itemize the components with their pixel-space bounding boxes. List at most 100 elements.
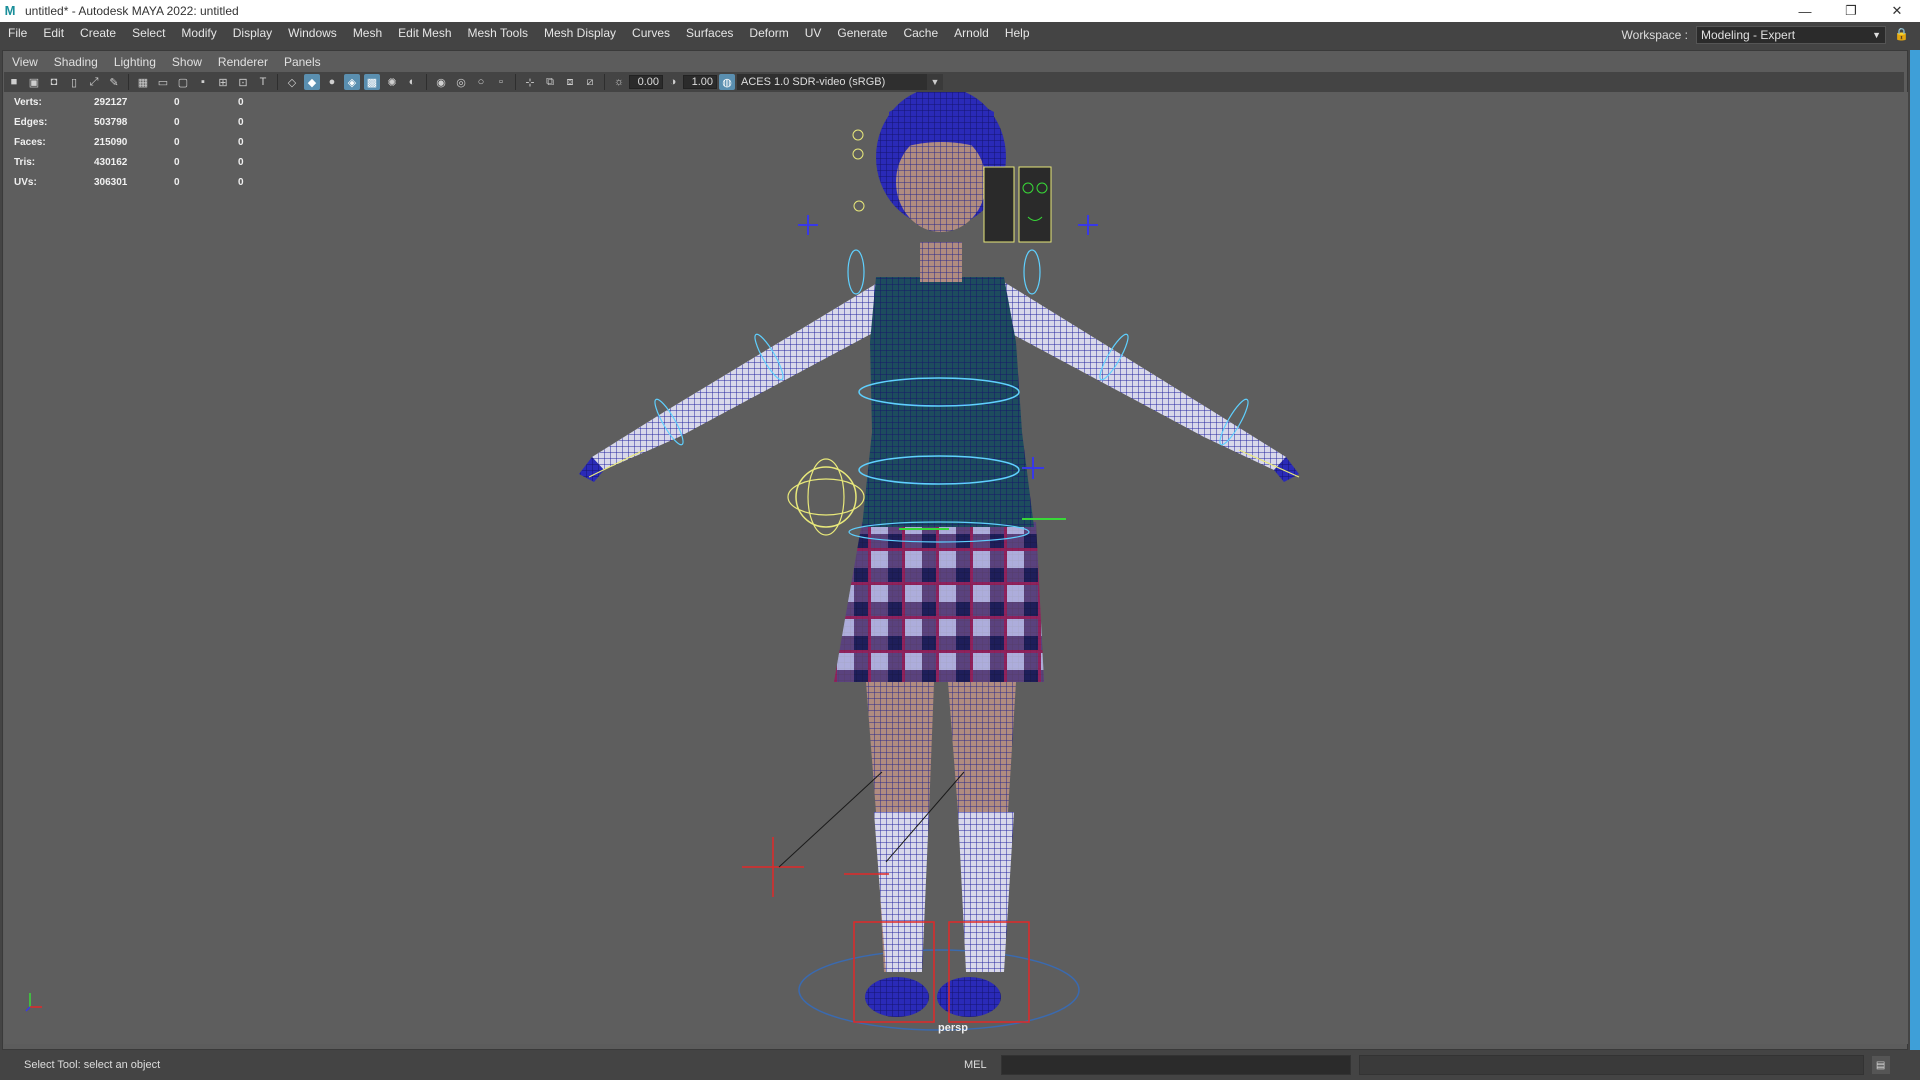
panel-menu-lighting[interactable]: Lighting xyxy=(106,55,164,69)
xray-icon[interactable]: ⧉ xyxy=(542,74,558,90)
menu-edit-mesh[interactable]: Edit Mesh xyxy=(390,22,459,44)
panel-menu-renderer[interactable]: Renderer xyxy=(210,55,276,69)
panel-edge-accent xyxy=(1910,50,1920,1050)
smooth-shade-icon[interactable]: ◆ xyxy=(304,74,320,90)
panel-menu-bar: View Shading Lighting Show Renderer Pane… xyxy=(4,52,329,72)
hud-selected: 0 xyxy=(174,116,180,128)
panel-menu-view[interactable]: View xyxy=(4,55,46,69)
wireframe-on-shaded-icon[interactable]: ◈ xyxy=(344,74,360,90)
left-shoulder-locator xyxy=(798,215,818,235)
menu-select[interactable]: Select xyxy=(124,22,173,44)
screen-space-ao-icon[interactable]: ◉ xyxy=(433,74,449,90)
left-sock-mesh xyxy=(874,812,929,972)
workspace-label: Workspace : xyxy=(1621,28,1688,42)
knee-pole-locator xyxy=(742,837,889,897)
menu-windows[interactable]: Windows xyxy=(280,22,345,44)
lock-icon[interactable]: 🔒 xyxy=(1894,27,1909,43)
menu-deform[interactable]: Deform xyxy=(741,22,796,44)
ground-control-circle xyxy=(798,949,1080,1031)
menu-file[interactable]: File xyxy=(0,22,35,44)
shadows-icon[interactable]: ◐ xyxy=(404,74,420,90)
menu-display[interactable]: Display xyxy=(225,22,280,44)
hud-total: 430162 xyxy=(94,156,128,168)
minimize-icon[interactable]: — xyxy=(1782,0,1828,22)
close-icon[interactable]: ✕ xyxy=(1874,0,1920,22)
grease-pencil-icon[interactable]: ✎ xyxy=(106,74,122,90)
anti-aliasing-icon[interactable]: ○ xyxy=(473,74,489,90)
panel-menu-show[interactable]: Show xyxy=(164,55,210,69)
twod-pan-zoom-icon[interactable]: ⤢ xyxy=(86,74,102,90)
face-ui-panel-a xyxy=(983,166,1015,243)
menu-generate[interactable]: Generate xyxy=(829,22,895,44)
color-management-icon[interactable]: ◍ xyxy=(719,74,735,90)
face-mesh xyxy=(896,132,986,232)
image-plane-icon[interactable]: ▯ xyxy=(66,74,82,90)
hud-component: 0 xyxy=(238,96,244,108)
menu-help[interactable]: Help xyxy=(997,22,1038,44)
right-shoe-mesh xyxy=(937,977,1001,1017)
exposure-icon[interactable]: ☼ xyxy=(611,74,627,90)
isolate-select-icon[interactable]: ⊹ xyxy=(522,74,538,90)
gate-mask-icon[interactable]: ▪ xyxy=(195,74,211,90)
motion-blur-icon[interactable]: ◎ xyxy=(453,74,469,90)
panel-menu-shading[interactable]: Shading xyxy=(46,55,106,69)
film-gate-icon[interactable]: ▭ xyxy=(155,74,171,90)
menu-cache[interactable]: Cache xyxy=(895,22,946,44)
view-axis-indicator xyxy=(25,993,42,1012)
hud-row-faces: Faces: 215090 0 0 xyxy=(14,132,268,152)
menu-arnold[interactable]: Arnold xyxy=(946,22,997,44)
grid-icon[interactable]: ▦ xyxy=(135,74,151,90)
hud-row-tris: Tris: 430162 0 0 xyxy=(14,152,268,172)
menu-edit[interactable]: Edit xyxy=(35,22,72,44)
workspace-dropdown[interactable]: Modeling - Expert ▼ xyxy=(1696,26,1886,44)
workspace-value: Modeling - Expert xyxy=(1701,28,1796,42)
face-ui-panel-b xyxy=(1018,166,1052,243)
command-line-input[interactable] xyxy=(1000,1055,1351,1075)
hud-selected: 0 xyxy=(174,96,180,108)
menu-mesh[interactable]: Mesh xyxy=(345,22,390,44)
menu-curves[interactable]: Curves xyxy=(624,22,678,44)
textured-icon[interactable]: ▩ xyxy=(364,74,380,90)
right-shoulder-control xyxy=(1023,249,1041,295)
hud-label: Tris: xyxy=(14,156,36,168)
menu-create[interactable]: Create xyxy=(72,22,124,44)
gamma-icon[interactable]: ◑ xyxy=(665,74,681,90)
exposure-field[interactable]: 0.00 xyxy=(629,75,663,89)
panel-menu-panels[interactable]: Panels xyxy=(276,55,329,69)
bookmark-icon[interactable]: ◘ xyxy=(46,74,62,90)
xray-active-icon[interactable]: ⧄ xyxy=(582,74,598,90)
xray-joints-icon[interactable]: ⧈ xyxy=(562,74,578,90)
menu-uv[interactable]: UV xyxy=(797,22,830,44)
restore-icon[interactable]: ❐ xyxy=(1828,0,1874,22)
script-editor-icon[interactable]: ▤ xyxy=(1871,1056,1890,1074)
hud-component: 0 xyxy=(238,156,244,168)
default-material-icon[interactable]: ● xyxy=(324,74,340,90)
torso-vest-mesh xyxy=(862,277,1034,527)
gamma-field[interactable]: 1.00 xyxy=(683,75,717,89)
depth-of-field-icon[interactable]: ▫ xyxy=(493,74,509,90)
toolbar-divider xyxy=(128,74,129,90)
script-language-toggle[interactable]: MEL xyxy=(964,1059,987,1071)
resolution-gate-icon[interactable]: ▢ xyxy=(175,74,191,90)
chevron-down-icon[interactable]: ▼ xyxy=(927,74,943,90)
field-chart-icon[interactable]: ⊞ xyxy=(215,74,231,90)
left-shoulder-control xyxy=(847,249,865,295)
toolbar-divider xyxy=(515,74,516,90)
workspace-selector: Workspace : Modeling - Expert ▼ 🔒 xyxy=(1621,24,1909,46)
use-lights-icon[interactable]: ✺ xyxy=(384,74,400,90)
camera-select-icon[interactable]: ■ xyxy=(6,74,22,90)
viewport-scene xyxy=(25,92,1300,1031)
hud-total: 215090 xyxy=(94,136,128,148)
hud-total: 503798 xyxy=(94,116,128,128)
menu-surfaces[interactable]: Surfaces xyxy=(678,22,741,44)
3d-viewport[interactable] xyxy=(4,92,1908,1044)
safe-action-icon[interactable]: ⊡ xyxy=(235,74,251,90)
window-controls: — ❐ ✕ xyxy=(1782,0,1920,22)
menu-mesh-display[interactable]: Mesh Display xyxy=(536,22,624,44)
menu-modify[interactable]: Modify xyxy=(173,22,224,44)
view-transform-field[interactable]: ACES 1.0 SDR-video (sRGB) xyxy=(737,74,927,90)
camera-attributes-icon[interactable]: ▣ xyxy=(26,74,42,90)
menu-mesh-tools[interactable]: Mesh Tools xyxy=(460,22,536,44)
safe-title-icon[interactable]: T xyxy=(255,74,271,90)
wireframe-icon[interactable]: ◇ xyxy=(284,74,300,90)
